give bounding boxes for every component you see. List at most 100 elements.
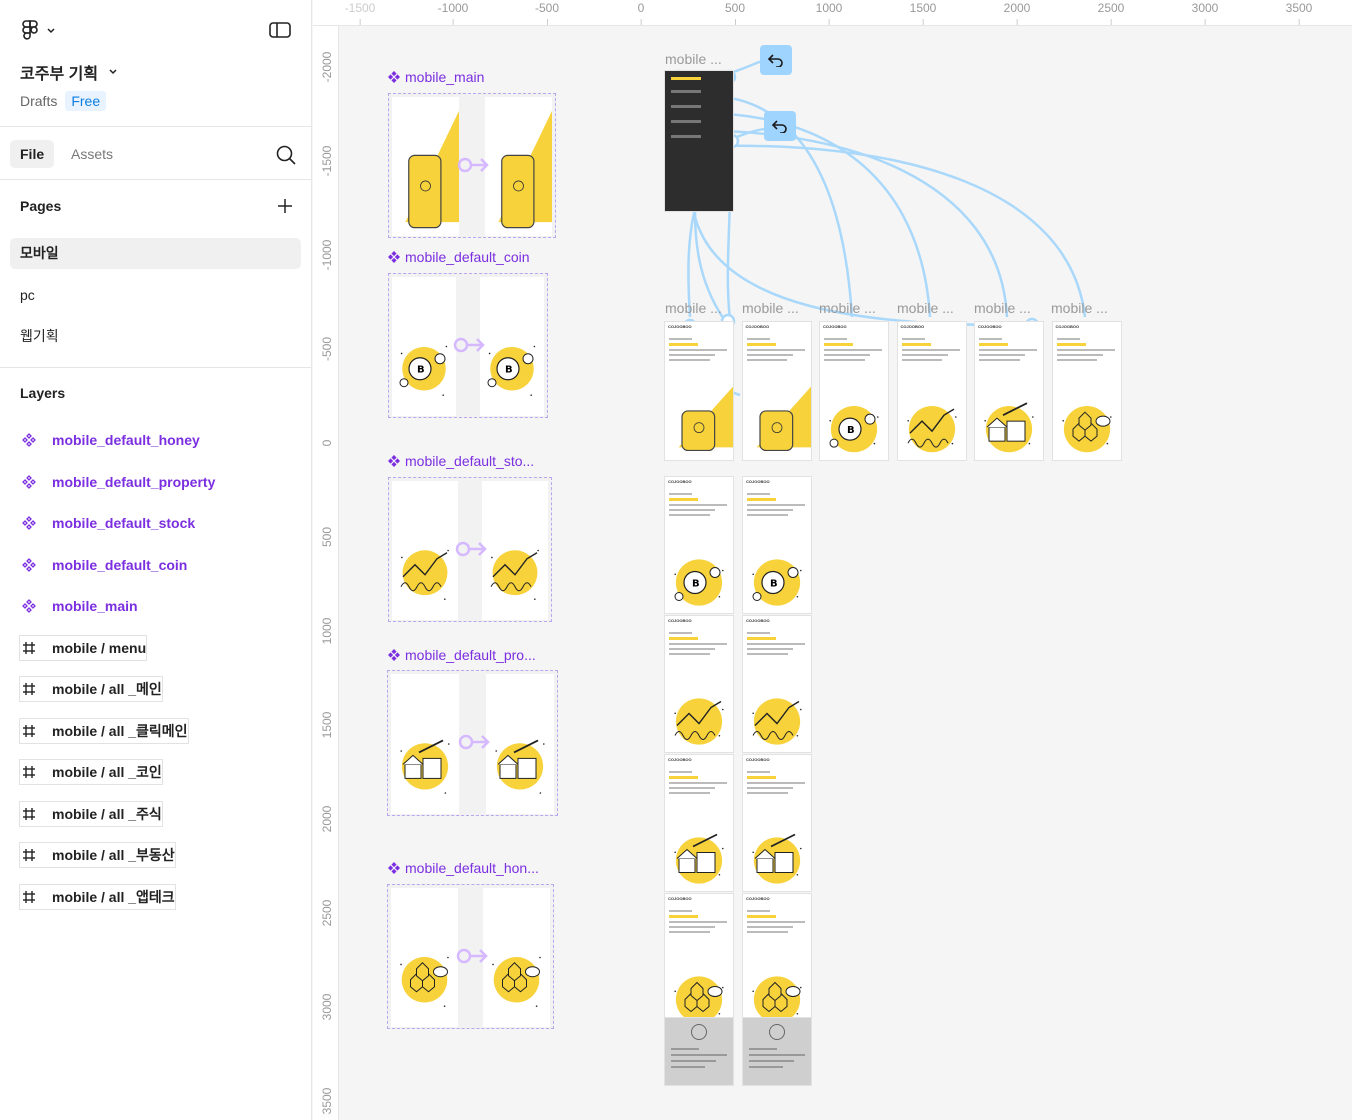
variant-arrow-icon	[453, 335, 487, 360]
frame-name-label[interactable]: mobile ...	[742, 300, 799, 316]
layer-item[interactable]: mobile / all _앱테크	[20, 885, 175, 909]
component-icon	[20, 597, 38, 615]
frame-brand-text: COJOOBOO	[746, 479, 770, 484]
frame-name-label[interactable]: mobile ...	[897, 300, 954, 316]
layer-item[interactable]: mobile_main	[20, 594, 138, 618]
mobile-frame[interactable]: COJOOBOO	[665, 322, 733, 460]
component-set-label[interactable]: mobile_default_hon...	[388, 860, 539, 876]
layer-item[interactable]: mobile_default_honey	[20, 428, 200, 452]
component-set[interactable]	[388, 93, 556, 238]
layer-item[interactable]: mobile_default_stock	[20, 511, 195, 535]
frame-illustration	[743, 811, 811, 891]
layer-item[interactable]: mobile_default_property	[20, 470, 215, 494]
ruler-tick-label: 3000	[320, 993, 334, 1021]
back-action-button[interactable]	[764, 111, 796, 141]
mobile-frame[interactable]: COJOOBOO	[975, 322, 1043, 460]
footer-content	[749, 1024, 805, 1068]
layer-item[interactable]: mobile / all _코인	[20, 760, 162, 784]
mobile-frame[interactable]: COJOOBOO	[665, 755, 733, 891]
project-title[interactable]: 코주부 기획	[20, 60, 118, 84]
ruler-tick-label: 3500	[1285, 1, 1313, 25]
component-variant[interactable]	[391, 674, 459, 814]
frame-icon	[20, 888, 38, 906]
frame-text-block	[746, 338, 805, 364]
frame-name-label[interactable]: mobile ...	[665, 300, 722, 316]
component-set-label[interactable]: mobile_default_sto...	[388, 453, 534, 469]
frame-illustration	[1053, 379, 1121, 460]
frame-text-block	[669, 771, 727, 797]
component-set-label[interactable]: mobile_main	[388, 69, 484, 85]
page-item-web-plan[interactable]: 웹기획	[10, 321, 301, 352]
page-item-mobile[interactable]: 모바일	[10, 238, 301, 269]
component-set-name: mobile_default_hon...	[405, 860, 539, 876]
mobile-frame[interactable]: COJOOBOO B	[820, 322, 888, 460]
component-variant[interactable]: B	[480, 277, 544, 416]
component-set[interactable]: BB	[388, 273, 548, 418]
variant-arrow-icon	[456, 946, 490, 971]
search-icon[interactable]	[274, 143, 298, 167]
toggle-sidebar-icon[interactable]	[268, 20, 292, 40]
frame-name-label[interactable]: mobile ...	[1051, 300, 1108, 316]
layer-label: mobile / all _메인	[52, 681, 162, 697]
frame-text-block	[747, 632, 805, 658]
layer-item[interactable]: mobile / all _주식	[20, 802, 162, 826]
layer-item[interactable]: mobile_default_coin	[20, 553, 187, 577]
variant-arrow-icon	[455, 539, 489, 564]
layer-label: mobile / all _코인	[52, 764, 162, 780]
component-variant[interactable]	[392, 97, 459, 236]
layer-item[interactable]: mobile / menu	[20, 636, 147, 660]
tab-assets[interactable]: Assets	[61, 140, 123, 168]
component-variant[interactable]	[485, 97, 552, 236]
layer-item[interactable]: mobile / all _부동산	[20, 843, 175, 867]
frame-illustration	[898, 379, 966, 460]
mobile-frame[interactable]: COJOOBOO	[665, 894, 733, 1030]
design-canvas[interactable]: mobile_main mobile_default_coin B Bmobile_d…	[340, 27, 1352, 1120]
svg-text:B: B	[847, 425, 855, 436]
component-variant[interactable]	[392, 481, 458, 620]
page-item-pc[interactable]: pc	[10, 280, 301, 311]
mobile-frame[interactable]: COJOOBOO	[897, 322, 966, 460]
mobile-frame[interactable]: COJOOBOO B	[743, 477, 811, 613]
ruler-tick-label: 3500	[320, 1087, 334, 1115]
component-variant[interactable]	[391, 888, 458, 1027]
component-variant[interactable]	[482, 481, 548, 620]
mobile-frame[interactable]: COJOOBOO	[743, 616, 811, 752]
tab-file[interactable]: File	[10, 140, 55, 168]
plan-badge[interactable]: Free	[65, 91, 107, 111]
mobile-frame[interactable]: COJOOBOO	[665, 616, 733, 752]
frame-name-label[interactable]: mobile ...	[819, 300, 876, 316]
component-variant[interactable]	[483, 888, 550, 1027]
layer-item[interactable]: mobile / all _클릭메인	[20, 719, 188, 743]
mobile-frame[interactable]: COJOOBOO	[742, 322, 811, 460]
horizontal-ruler[interactable]: -1500 -1000 -500 0 500 1000 1500 2000 2500 3000 35…	[313, 0, 1352, 26]
mobile-frame[interactable]: COJOOBOO	[1052, 322, 1121, 460]
component-set[interactable]	[387, 884, 554, 1029]
drafts-link[interactable]: Drafts	[20, 93, 57, 109]
mobile-frame[interactable]: COJOOBOO	[743, 755, 811, 891]
component-set[interactable]	[387, 670, 558, 816]
mobile-frame[interactable]	[743, 1018, 811, 1085]
frame-brand-text: COJOOBOO	[900, 324, 925, 329]
layer-item[interactable]: mobile / all _메인	[20, 677, 162, 701]
frame-name-label[interactable]: mobile ...	[665, 51, 722, 67]
ruler-tick-label: 2000	[1003, 1, 1031, 25]
back-action-button[interactable]	[760, 45, 792, 75]
plus-icon[interactable]	[275, 196, 295, 216]
frame-icon	[20, 639, 38, 657]
mobile-frame[interactable]: COJOOBOO	[743, 894, 811, 1030]
ruler-tick-label: 500	[320, 526, 334, 548]
mobile-frame[interactable]	[665, 71, 733, 211]
frame-text-block	[747, 493, 805, 519]
ruler-tick-label: -2000	[320, 51, 334, 83]
main-menu-button[interactable]	[20, 18, 60, 44]
component-set[interactable]	[388, 477, 552, 622]
mobile-frame[interactable]	[665, 1018, 733, 1085]
component-variant[interactable]	[486, 674, 554, 814]
undo-arrow-icon	[771, 120, 787, 133]
component-set-label[interactable]: mobile_default_pro...	[388, 647, 536, 663]
vertical-ruler[interactable]: -2000 -1500 -1000 -500 0 500 1000 1500 2000 2500 3…	[313, 26, 339, 1120]
component-variant[interactable]: B	[392, 277, 456, 416]
mobile-frame[interactable]: COJOOBOO B	[665, 477, 733, 613]
frame-name-label[interactable]: mobile ...	[974, 300, 1031, 316]
component-set-label[interactable]: mobile_default_coin	[388, 249, 530, 265]
